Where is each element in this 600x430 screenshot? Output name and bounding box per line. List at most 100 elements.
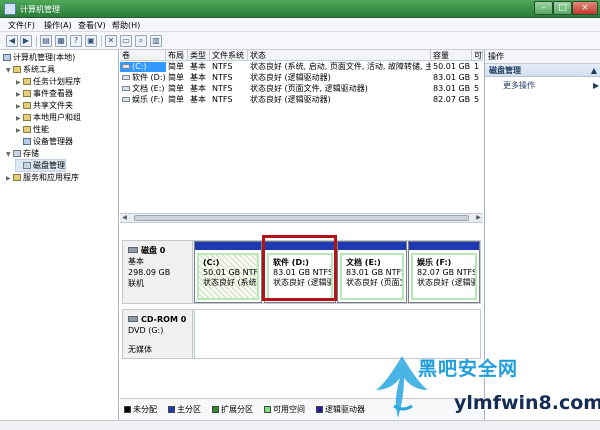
computer-management-icon [4,3,16,15]
status-cell: 状态良好 (页面文件, 逻辑驱动器) [250,84,368,93]
expand-arrow-icon[interactable]: ▶ [16,113,23,124]
disk-state: 联机 [128,279,144,288]
partition-f[interactable]: 娱乐 (F:) 82.07 GB NTFS 状态良好 (逻辑驱动 [408,241,480,303]
tree-item-storage[interactable]: ▼ 存储 [6,148,39,159]
highlight-box [262,235,337,301]
expand-arrow-icon[interactable]: ▶ [16,125,23,136]
services-icon [13,174,21,181]
toolbar: ◀ ▶ ▤ ▦ ? ▣ ✕ ▭ ⌕ ▥ [0,32,600,50]
free-cell: 1 [472,62,483,72]
volume-cell: (C:) [120,62,166,72]
tree-item-event-viewer[interactable]: ▶ 事件查看器 [16,88,73,99]
shared-folder-icon [23,102,31,109]
layout-cell: 简单 [168,73,184,82]
menu-action[interactable]: 操作(A) [44,20,72,31]
logical-swatch [316,406,323,413]
legend-item: 未分配 [124,405,157,414]
tree-item-shared-folders[interactable]: ▶ 共享文件夹 [16,100,73,111]
disk-name: 磁盘 0 [141,246,166,255]
partition-e[interactable]: 文档 (E:) 83.01 GB NTFS 状态良好 (页面文件 [337,241,407,303]
hard-disk-icon [128,247,138,253]
show-hide-tree-icon[interactable]: ▦ [55,35,67,47]
type-cell: 基本 [190,73,206,82]
cdrom-info: CD-ROM 0 DVD (G:) 无媒体 [123,310,193,358]
disk-size: 298.09 GB [128,268,171,277]
settings-icon[interactable]: ▥ [150,35,162,47]
collapse-up-icon[interactable]: ▲ [591,64,597,77]
primary-swatch [168,406,175,413]
column-header-free[interactable]: 可 [472,50,483,61]
column-header-status[interactable]: 状态 [248,50,431,61]
volume-list: 卷 布局 类型 文件系统 状态 容量 可 (C:) 简单 基本 NTFS 状态良… [120,50,483,213]
volume-icon [122,75,130,80]
partition-body: 娱乐 (F:) 82.07 GB NTFS 状态良好 (逻辑驱动 [411,253,477,300]
open-icon[interactable]: ▭ [120,35,132,47]
column-header-volume[interactable]: 卷 [120,50,166,61]
maximize-button[interactable]: □ [553,1,572,15]
delete-icon[interactable]: ✕ [105,35,117,47]
help-icon[interactable]: ? [70,35,82,47]
back-icon[interactable]: ◀ [6,35,18,47]
tree-item-local-users[interactable]: ▶ 本地用户和组 [16,112,81,123]
horizontal-scrollbar[interactable]: ◀ ▶ [120,213,483,222]
column-header-capacity[interactable]: 容量 [431,50,472,61]
tree-item-computer-management[interactable]: 计算机管理(本地) [3,52,75,63]
status-cell: 状态良好 (系统, 启动, 页面文件, 活动, 故障转储, 主分区) [248,62,431,72]
collapse-arrow-icon[interactable]: ▼ [6,149,13,160]
menu-help[interactable]: 帮助(H) [112,20,140,31]
unallocated-swatch [124,406,131,413]
menu-file[interactable]: 文件(F) [8,20,35,31]
column-header-filesystem[interactable]: 文件系统 [210,50,248,61]
actions-header: 操作 [485,50,600,64]
tree-item-performance[interactable]: ▶ 性能 [16,124,49,135]
tree-item-services-apps[interactable]: ▶ 服务和应用程序 [6,172,79,183]
actions-section-disk-management[interactable]: 磁盘管理 ▲ [485,64,600,77]
layout-cell: 简单 [168,84,184,93]
forward-icon[interactable]: ▶ [20,35,32,47]
scroll-right-icon[interactable]: ▶ [474,214,483,222]
expand-arrow-icon[interactable]: ▶ [6,173,13,184]
legend-item: 主分区 [168,405,201,414]
tree-item-system-tools[interactable]: ▼ 系统工具 [6,64,55,75]
volume-cell: 文档 (E:) [120,84,166,94]
watermark-en-text: ylmfwin8.com [454,392,600,414]
capacity-cell: 83.01 GB [433,84,471,93]
search-icon[interactable]: ⌕ [135,35,147,47]
close-button[interactable]: × [572,1,598,15]
tree-item-device-manager[interactable]: 设备管理器 [16,136,73,147]
column-header-layout[interactable]: 布局 [166,50,188,61]
scrollbar-thumb[interactable] [134,215,469,221]
tools-icon [13,66,21,73]
filesystem-cell: NTFS [210,62,248,72]
cdrom-state: 无媒体 [128,345,152,354]
column-header-type[interactable]: 类型 [188,50,210,61]
expand-arrow-icon[interactable]: ▶ [16,89,23,100]
partition-body: (C:) 50.01 GB NTFS 状态良好 (系统, 启动 [197,253,259,300]
tree-item-disk-management[interactable]: 磁盘管理 [15,159,66,172]
menu-view[interactable]: 查看(V) [78,20,106,31]
expand-arrow-icon[interactable]: ▶ [16,101,23,112]
status-cell: 状态良好 (逻辑驱动器) [250,73,331,82]
cdrom-name: CD-ROM 0 [141,315,187,324]
partition-body: 文档 (E:) 83.01 GB NTFS 状态良好 (页面文件 [340,253,404,300]
watermark-cn-text: 黑吧安全网 [418,358,519,380]
partition-c[interactable]: (C:) 50.01 GB NTFS 状态良好 (系统, 启动 [194,241,262,303]
scroll-left-icon[interactable]: ◀ [120,214,129,222]
expand-arrow-icon[interactable]: ▶ [16,77,23,88]
collapse-arrow-icon[interactable]: ▼ [6,65,13,76]
tree-item-task-scheduler[interactable]: ▶ 任务计划程序 [16,76,81,87]
capacity-cell: 82.07 GB [433,95,471,104]
filesystem-cell: NTFS [212,95,233,104]
more-actions[interactable]: 更多操作 ▶ [503,80,599,91]
filesystem-cell: NTFS [212,73,233,82]
up-folder-icon[interactable]: ▤ [40,35,52,47]
legend-item: 可用空间 [264,405,305,414]
disk-info: 磁盘 0 基本 298.09 GB 联机 [123,241,193,303]
logical-drive-bar [409,242,479,250]
volume-icon [122,86,130,91]
users-icon [23,114,31,121]
legend-item: 逻辑驱动器 [316,405,365,414]
volume-cell: 软件 (D:) [120,73,166,83]
properties-icon[interactable]: ▣ [85,35,97,47]
minimize-button[interactable]: – [534,1,553,15]
